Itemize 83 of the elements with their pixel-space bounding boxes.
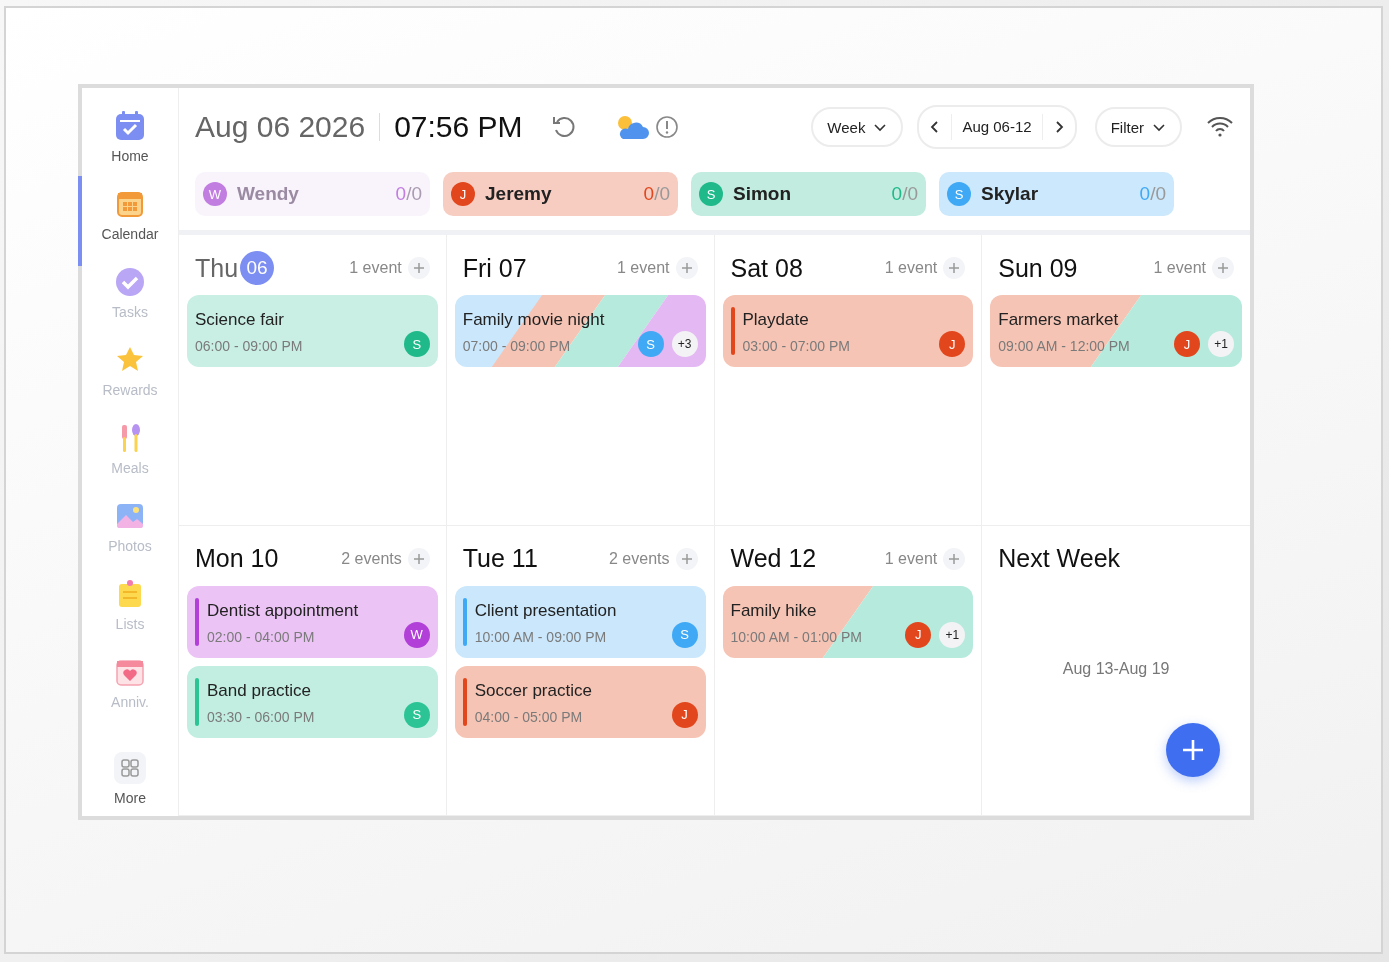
week-range: Aug 06-12 (951, 114, 1043, 140)
event-count: 2 events (609, 549, 670, 568)
today-date: 06 (240, 251, 275, 285)
event-time: 07:00 - 09:00 PM (462, 338, 572, 354)
event-time: 02:00 - 04:00 PM (207, 628, 316, 645)
plus-icon (680, 552, 693, 565)
event-count: 1 event (617, 259, 670, 277)
add-event-button[interactable] (675, 257, 698, 279)
plus-icon (948, 552, 961, 565)
add-event-button[interactable] (407, 257, 430, 279)
time-label: 07:56 PM (394, 110, 523, 144)
avatar: S (947, 182, 971, 206)
task-score: 0/0 (1139, 183, 1166, 205)
task-score: 0/0 (643, 183, 670, 205)
member-chip[interactable]: S Simon 0/0 (691, 172, 926, 216)
nav-item[interactable]: More (82, 752, 178, 806)
alert-icon[interactable] (654, 115, 679, 139)
event-card[interactable] (454, 665, 706, 738)
event-title: Family hike (730, 600, 818, 621)
event-count: 1 event (349, 259, 402, 277)
check-circle-icon (114, 266, 146, 298)
wifi-icon (1206, 116, 1234, 138)
event-title: Science fair (195, 310, 285, 330)
plus-icon (680, 262, 693, 274)
add-event-button[interactable] (675, 547, 698, 570)
event-card[interactable] (187, 585, 438, 658)
member-name: Jeremy (485, 183, 553, 205)
grid-icon (114, 752, 146, 784)
event-title: Dentist appointment (207, 600, 360, 621)
add-button[interactable] (1166, 723, 1220, 777)
day-title: Tue 11 (462, 544, 538, 573)
event-title: Band practice (207, 680, 312, 701)
plus-icon (1181, 738, 1205, 762)
avatar: J (451, 182, 475, 206)
day-title: Mon 10 (195, 544, 279, 573)
filter-dropdown[interactable]: Filter (1094, 107, 1182, 147)
view-dropdown[interactable]: Week (811, 107, 904, 147)
event-title: Farmers market (998, 310, 1120, 330)
event-count: 2 events (341, 549, 402, 568)
next-week-range: Aug 13-Aug 19 (1062, 659, 1170, 678)
add-event-button[interactable] (407, 547, 430, 570)
day-title: Thu (195, 253, 239, 283)
add-event-button[interactable] (943, 547, 966, 570)
event-time: 03:30 - 06:00 PM (207, 708, 316, 725)
day-title: Sun 09 (998, 253, 1078, 283)
member-name: Wendy (237, 183, 300, 205)
event-card[interactable] (454, 585, 706, 658)
event-title: Soccer practice (474, 680, 593, 701)
nav-item[interactable]: Home (82, 110, 178, 188)
day-title: Wed 12 (730, 544, 817, 573)
event-time: 10:00 AM - 01:00 PM (730, 628, 864, 645)
calendar-check-icon (114, 110, 146, 142)
event-count: 1 event (884, 259, 938, 277)
event-title: Playdate (742, 310, 810, 330)
member-name: Skylar (981, 183, 1040, 205)
event-count: 1 event (1153, 259, 1206, 277)
add-event-button[interactable] (1212, 257, 1234, 279)
event-time: 09:00 AM - 12:00 PM (998, 338, 1131, 354)
plus-icon (412, 552, 425, 565)
event-time: 03:00 - 07:00 PM (742, 338, 851, 354)
task-score: 0/0 (395, 183, 422, 205)
event-time: 10:00 AM - 09:00 PM (474, 628, 608, 645)
event-card[interactable] (187, 665, 438, 738)
task-score: 0/0 (891, 183, 918, 205)
event-time: 06:00 - 09:00 PM (195, 338, 304, 354)
plus-icon (412, 262, 425, 274)
member-chip[interactable]: S Skylar 0/0 (939, 172, 1174, 216)
add-event-button[interactable] (943, 257, 966, 279)
plus-icon (1217, 262, 1229, 274)
avatar: S (699, 182, 723, 206)
refresh-icon[interactable] (550, 114, 577, 140)
avatar: W (203, 182, 227, 206)
event-time: 04:00 - 05:00 PM (474, 708, 584, 725)
day-title: Fri 07 (462, 253, 527, 283)
next-week-title: Next Week (997, 543, 1122, 574)
member-name: Simon (733, 183, 793, 205)
member-chip[interactable]: J Jeremy 0/0 (443, 172, 678, 216)
day-title: Sat 08 (730, 253, 803, 283)
plus-icon (948, 262, 961, 274)
event-title: Family movie night (462, 310, 606, 330)
event-title: Client presentation (474, 600, 618, 621)
date-label: Aug 06 2026 (195, 110, 366, 144)
event-count: 1 event (884, 549, 938, 568)
